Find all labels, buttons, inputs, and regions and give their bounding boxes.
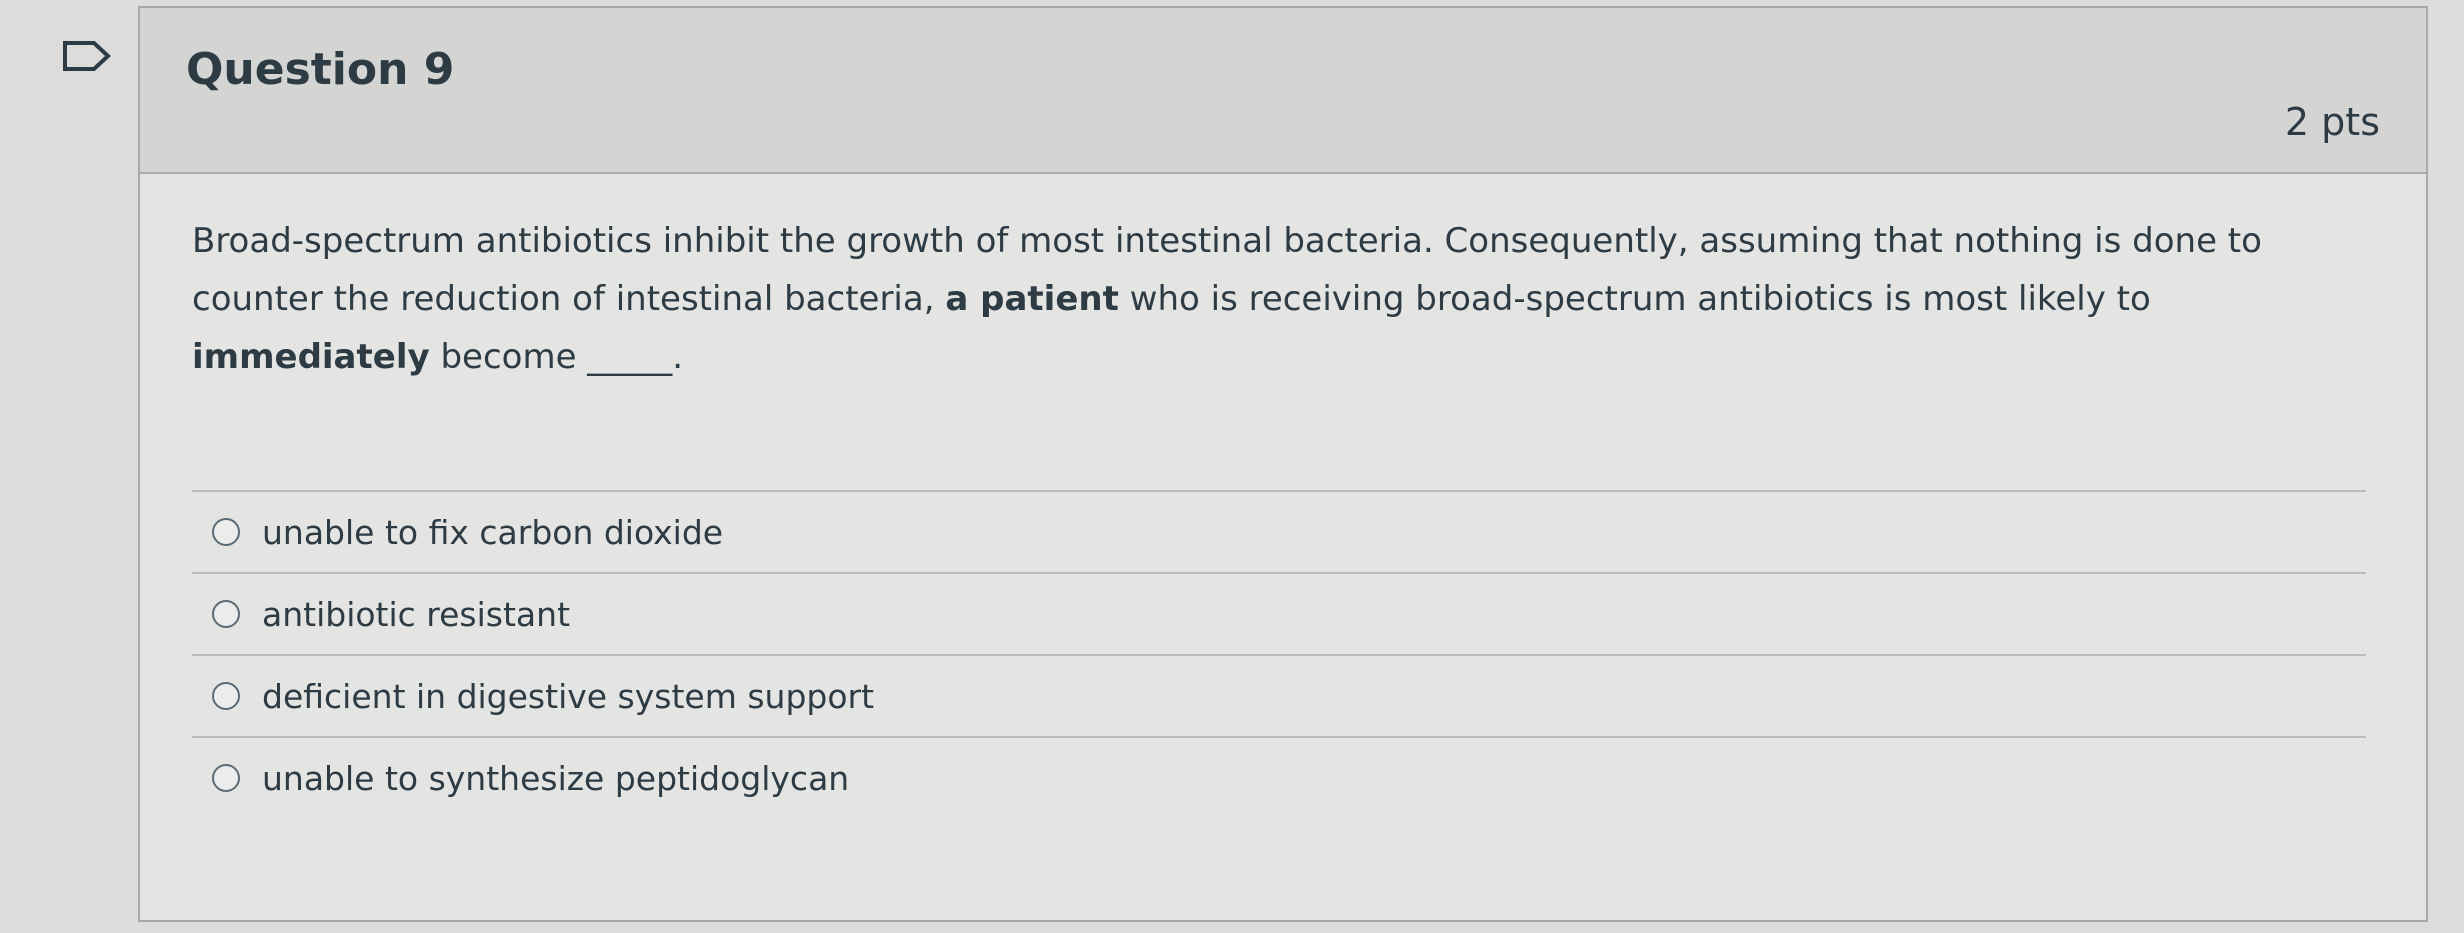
answer-label: unable to fix carbon dioxide <box>262 512 724 552</box>
question-title: Question 9 <box>186 44 455 95</box>
radio-icon[interactable] <box>212 518 240 546</box>
answer-option[interactable]: unable to synthesize peptidoglycan <box>192 738 2366 818</box>
question-body: Broad-spectrum antibiotics inhibit the g… <box>140 174 2426 818</box>
question-card: Question 9 2 pts Broad-spectrum antibiot… <box>138 6 2428 922</box>
flag-question-icon[interactable] <box>62 40 112 72</box>
answer-option[interactable]: antibiotic resistant <box>192 574 2366 656</box>
question-text: Broad-spectrum antibiotics inhibit the g… <box>192 212 2366 386</box>
answer-label: unable to synthesize peptidoglycan <box>262 758 850 798</box>
radio-icon[interactable] <box>212 682 240 710</box>
question-text-part: become _____. <box>429 337 684 377</box>
answer-label: antibiotic resistant <box>262 594 571 634</box>
radio-icon[interactable] <box>212 764 240 792</box>
question-header: Question 9 2 pts <box>140 8 2426 174</box>
answer-option[interactable]: unable to fix carbon dioxide <box>192 492 2366 574</box>
question-text-emphasis: a patient <box>945 279 1119 319</box>
question-points: 2 pts <box>2284 100 2380 144</box>
answer-option[interactable]: deficient in digestive system support <box>192 656 2366 738</box>
radio-icon[interactable] <box>212 600 240 628</box>
answer-list: unable to fix carbon dioxide antibiotic … <box>192 490 2366 818</box>
answer-label: deficient in digestive system support <box>262 676 875 716</box>
question-text-emphasis: immediately <box>192 337 430 377</box>
question-text-part: who is receiving broad-spectrum antibiot… <box>1118 279 2151 319</box>
